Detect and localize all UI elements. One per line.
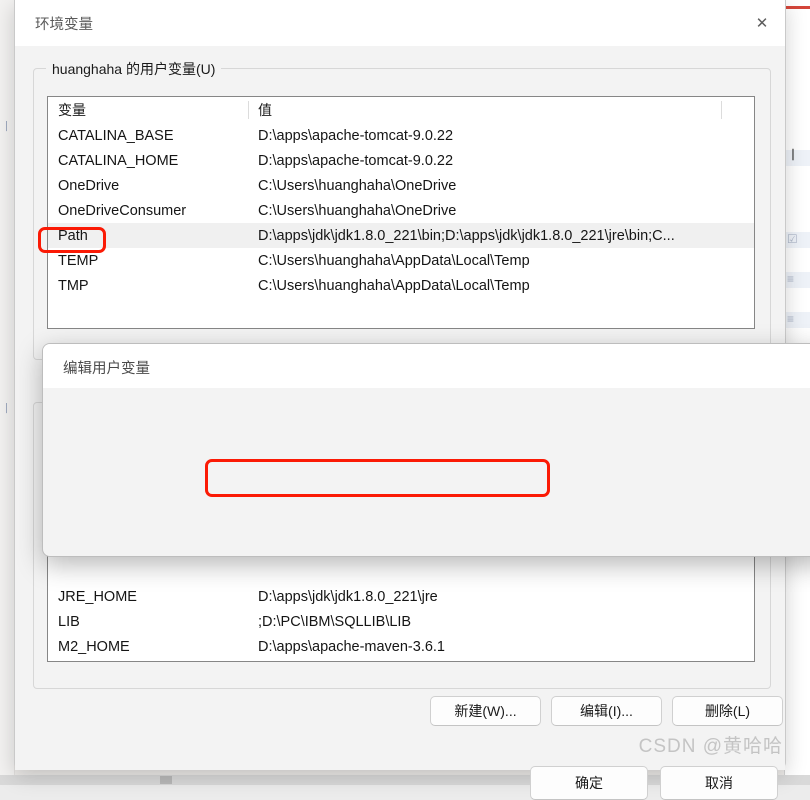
window-titlebar: 环境变量 ✕ — [15, 0, 785, 46]
table-row[interactable]: CATALINA_BASE D:\apps\apache-tomcat-9.0.2… — [48, 123, 754, 148]
cell-variable-value: D:\apps\apache-maven-3.6.1 — [258, 638, 445, 655]
column-header-value[interactable]: 值 — [248, 100, 754, 120]
cell-variable-name: OneDrive — [58, 177, 120, 194]
cell-variable-value: D:\apps\apache-tomcat-9.0.22 — [258, 152, 454, 169]
table-row[interactable]: OneDriveConsumer C:\Users\huanghaha\OneDr… — [48, 198, 754, 223]
cell-variable-value: D:\apps\apache-tomcat-9.0.22 — [258, 127, 454, 144]
background-ghost-text: 丨 — [1, 121, 12, 133]
edit-dialog-titlebar: 编辑用户变量 — [43, 344, 810, 388]
user-variables-rows: CATALINA_BASE D:\apps\apache-tomcat-9.0.2… — [48, 123, 754, 298]
close-icon[interactable]: ✕ — [739, 0, 785, 46]
column-header-name[interactable]: 变量 — [48, 100, 248, 120]
cell-variable-value: C:\Users\huanghaha\AppData\Local\Temp — [258, 252, 530, 269]
cell-variable-value: C:\Users\huanghaha\OneDrive — [258, 202, 457, 219]
cell-variable-name: TEMP — [58, 252, 99, 269]
table-row[interactable]: TMP C:\Users\huanghaha\AppData\Local\Temp — [48, 273, 754, 298]
cell-variable-value: C:\Users\huanghaha\AppData\Local\Temp — [258, 277, 530, 294]
cell-variable-value: C:\Users\huanghaha\OneDrive — [258, 177, 457, 194]
table-row[interactable]: M2_HOME D:\apps\apache-maven-3.6.1 — [48, 634, 754, 659]
watermark: CSDN @黄哈哈 — [638, 736, 783, 757]
user-variables-list[interactable]: 变量 值 CATALINA_BASE D:\apps\apache-tomcat-… — [47, 96, 755, 329]
text-icon: ≡ — [787, 312, 795, 326]
cell-variable-name: CATALINA_HOME — [58, 152, 179, 169]
system-new-button[interactable]: 新建(W)... — [430, 696, 541, 726]
taskbar-item[interactable] — [160, 776, 172, 784]
cancel-button[interactable]: 取消 — [660, 766, 778, 800]
edit-user-variable-dialog: 编辑用户变量 变量名(N): Path 变量值(V): %JAVA_HOME%\… — [42, 343, 810, 557]
cell-variable-name: TMP — [58, 277, 89, 294]
table-row[interactable]: NUMBER_OF_PROCESSORS8 — [48, 659, 754, 661]
column-divider[interactable] — [248, 101, 249, 119]
system-edit-button[interactable]: 编辑(I)... — [551, 696, 662, 726]
table-row[interactable]: TEMP C:\Users\huanghaha\AppData\Local\Tem… — [48, 248, 754, 273]
cell-variable-value: ;D:\PC\IBM\SQLLIB\LIB — [258, 613, 412, 630]
cell-variable-value: D:\apps\jdk\jdk1.8.0_221\bin;D:\apps\jdk… — [258, 227, 675, 244]
background-ghost-text: 丨 — [787, 148, 800, 162]
cell-variable-name: JRE_HOME — [58, 588, 137, 605]
cell-variable-name: Path — [58, 227, 88, 244]
table-row[interactable]: OneDrive C:\Users\huanghaha\OneDrive — [48, 173, 754, 198]
ok-button[interactable]: 确定 — [530, 766, 648, 800]
background-window-left: 丨 丨 — [0, 0, 15, 785]
column-divider[interactable] — [721, 101, 722, 119]
cell-variable-name: LIB — [58, 613, 80, 630]
user-variables-list-header: 变量 值 — [48, 97, 754, 123]
cell-variable-name: OneDriveConsumer — [58, 202, 187, 219]
edit-dialog-title: 编辑用户变量 — [63, 361, 150, 377]
list-icon: ≡ — [787, 272, 795, 286]
background-ghost-text: 丨 — [1, 403, 12, 415]
checkmark-icon: ☑ — [787, 232, 798, 246]
table-row[interactable]: Path D:\apps\jdk\jdk1.8.0_221\bin;D:\apps… — [48, 223, 754, 248]
window-title: 环境变量 — [35, 17, 93, 33]
cell-variable-name: CATALINA_BASE — [58, 127, 174, 144]
cell-variable-value: D:\apps\jdk\jdk1.8.0_221\jre — [258, 588, 438, 605]
table-row[interactable]: JRE_HOME D:\apps\jdk\jdk1.8.0_221\jre — [48, 584, 754, 609]
user-variables-legend: huanghaha 的用户变量(U) — [46, 59, 222, 79]
cell-variable-name: M2_HOME — [58, 638, 130, 655]
background-accent-bar — [785, 6, 810, 9]
system-delete-button[interactable]: 删除(L) — [672, 696, 783, 726]
table-row[interactable]: LIB ;D:\PC\IBM\SQLLIB\LIB — [48, 609, 754, 634]
table-row[interactable]: CATALINA_HOME D:\apps\apache-tomcat-9.0.2… — [48, 148, 754, 173]
